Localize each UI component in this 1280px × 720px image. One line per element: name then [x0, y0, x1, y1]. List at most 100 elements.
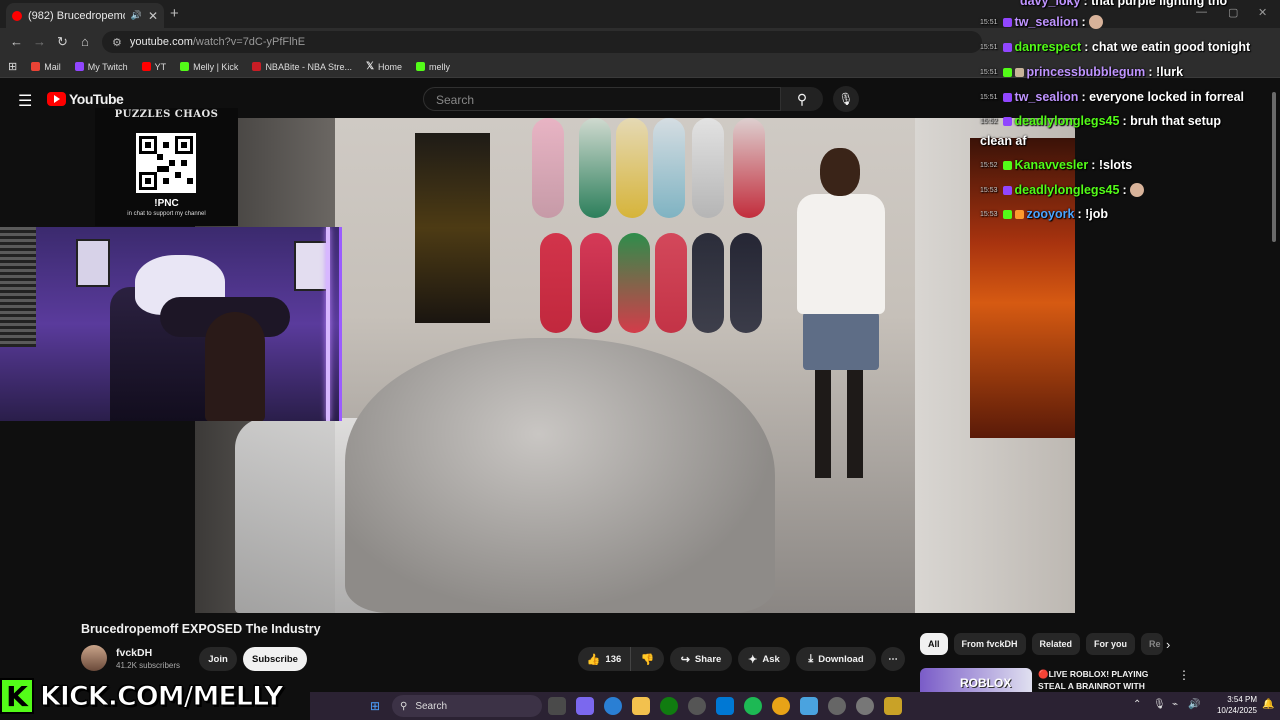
x-icon: 𝕏	[365, 61, 375, 72]
store-icon[interactable]	[716, 697, 734, 715]
chip-related[interactable]: Related	[1031, 633, 1081, 655]
video-scene-deck	[616, 118, 648, 218]
bookmark-home[interactable]: 𝕏 Home	[366, 61, 402, 72]
kick-badge-icon	[1002, 209, 1012, 219]
more-icon: ⋯	[888, 653, 898, 665]
url-path: /watch?v=7dC-yPfFlhE	[192, 36, 306, 48]
menu-icon[interactable]: ☰	[18, 91, 32, 111]
recommended-thumbnail[interactable]: ROBLOX	[920, 668, 1032, 694]
browser-tab[interactable]: (982) Brucedropemoff EXPO 🔊 ✕	[6, 3, 164, 28]
ask-button[interactable]: ✦ Ask	[738, 647, 790, 671]
qr-command: !PNC	[154, 198, 179, 209]
download-button[interactable]: ⤓ Download	[796, 647, 876, 671]
chrome-icon[interactable]	[772, 697, 790, 715]
notifications-icon[interactable]: 🔔	[1262, 699, 1274, 710]
webcam-blinds	[0, 227, 36, 347]
search-button[interactable]: ⚲	[781, 87, 823, 111]
video-scene-deck	[730, 233, 762, 333]
bookmark-melly[interactable]: melly	[416, 62, 450, 72]
subscribe-button[interactable]: Subscribe	[243, 647, 307, 671]
webcam-overlay	[0, 227, 342, 421]
back-icon[interactable]: ←	[10, 34, 23, 49]
network-icon[interactable]: ⌁	[1172, 699, 1178, 710]
taskbar-clock[interactable]: 3:54 PM 10/24/2025	[1205, 694, 1257, 716]
chip-from-channel[interactable]: From fvckDH	[953, 633, 1026, 655]
taskbar-search[interactable]: ⚲ Search	[392, 695, 542, 717]
bookmark-my-twitch[interactable]: My Twitch	[74, 62, 128, 72]
bookmark-nbabite[interactable]: NBABite - NBA Stre...	[252, 62, 352, 72]
tab-title: (982) Brucedropemoff EXPO	[28, 9, 125, 22]
kick-badge-icon	[1002, 160, 1012, 170]
qr-subtitle: in chat to support my channel	[127, 211, 206, 217]
emote-icon	[1088, 15, 1103, 29]
spotify-icon[interactable]	[744, 697, 762, 715]
share-icon: ↪	[680, 653, 690, 666]
close-tab-icon[interactable]: ✕	[148, 9, 158, 23]
share-button[interactable]: ↪ Share	[670, 647, 732, 671]
join-button[interactable]: Join	[199, 647, 237, 671]
windows-start-icon[interactable]: ⊞	[366, 697, 384, 715]
chevron-right-icon[interactable]: ›	[1166, 637, 1170, 652]
steam-icon[interactable]	[688, 697, 706, 715]
bookmark-yt[interactable]: YT	[141, 62, 166, 72]
thumbs-up-icon: 👍	[586, 653, 601, 666]
twitch-badge-icon	[1002, 116, 1012, 126]
site-info-icon[interactable]: ⚙	[112, 36, 122, 49]
search-icon: ⚲	[796, 91, 808, 107]
like-button[interactable]: 👍 136	[578, 647, 630, 671]
xbox-icon[interactable]	[660, 697, 678, 715]
webcam-picture-frame	[76, 239, 110, 287]
recommended-title[interactable]: 🔴LIVE ROBLOX! PLAYING STEAL A BRAINROT W…	[1038, 668, 1164, 692]
video-scene-deck	[733, 118, 765, 218]
related-filter-chips: All From fvckDH Related For you Re	[920, 633, 1164, 655]
video-scene-deck	[580, 233, 612, 333]
dislike-button[interactable]: 👎	[630, 647, 664, 671]
kick-icon	[180, 62, 190, 71]
file-explorer-icon[interactable]	[632, 697, 650, 715]
twitch-badge-icon	[1002, 17, 1012, 27]
audio-icon[interactable]: 🔊	[131, 10, 142, 21]
video-scene-deck	[653, 118, 685, 218]
chip-recent[interactable]: Re	[1141, 633, 1164, 655]
volume-icon[interactable]: 🔊	[1188, 699, 1200, 710]
mic-icon[interactable]: 🎙	[1153, 699, 1166, 710]
new-tab-button[interactable]: +	[170, 5, 179, 22]
mic-icon: 🎙	[838, 92, 854, 106]
address-bar[interactable]: ⚙ youtube.com/watch?v=7dC-yPfFlhE	[102, 31, 982, 53]
chat-message-continued: clean af	[980, 134, 1027, 148]
search-input[interactable]: Search	[423, 87, 781, 111]
chat-message: 15:52 deadlylonglegs45 : bruh that setup	[980, 114, 1222, 128]
reload-icon[interactable]: ↻	[57, 34, 68, 50]
twitch-badge-icon	[1002, 42, 1012, 52]
bookmark-melly-kick[interactable]: Melly | Kick	[180, 62, 238, 72]
chip-for-you[interactable]: For you	[1086, 633, 1136, 655]
media-player-icon[interactable]	[828, 697, 846, 715]
chip-all[interactable]: All	[920, 633, 948, 655]
webcam-streamer	[205, 312, 265, 421]
forward-icon[interactable]: →	[33, 34, 46, 49]
bookmark-mail[interactable]: Mail	[31, 62, 61, 72]
photos-icon[interactable]	[800, 697, 818, 715]
obs-icon[interactable]	[856, 697, 874, 715]
youtube-favicon-icon	[12, 10, 22, 21]
video-title: Brucedropemoff EXPOSED The Industry	[81, 622, 321, 636]
channel-name[interactable]: fvckDH	[116, 647, 152, 659]
voice-search-button[interactable]: 🎙	[833, 86, 859, 112]
apps-icon[interactable]: ⊞	[8, 60, 17, 73]
video-scene-deck	[532, 118, 564, 218]
youtube-logo[interactable]: YouTube	[47, 91, 124, 107]
twitch-badge-icon	[1002, 185, 1012, 195]
more-vert-icon[interactable]: ⋮	[1178, 668, 1190, 682]
app-icon[interactable]	[884, 697, 902, 715]
copilot-icon[interactable]	[576, 697, 594, 715]
task-view-icon[interactable]	[548, 697, 566, 715]
edge-icon[interactable]	[604, 697, 622, 715]
scrollbar-thumb[interactable]	[1272, 92, 1276, 242]
video-scene-person	[785, 148, 895, 508]
more-actions-button[interactable]: ⋯	[881, 647, 905, 671]
home-icon[interactable]: ⌂	[81, 34, 89, 49]
chevron-up-icon[interactable]: ⌃	[1133, 699, 1141, 710]
sub-badge-icon	[1014, 67, 1024, 77]
page-scrollbar[interactable]	[1270, 82, 1278, 252]
channel-avatar[interactable]	[81, 645, 107, 671]
